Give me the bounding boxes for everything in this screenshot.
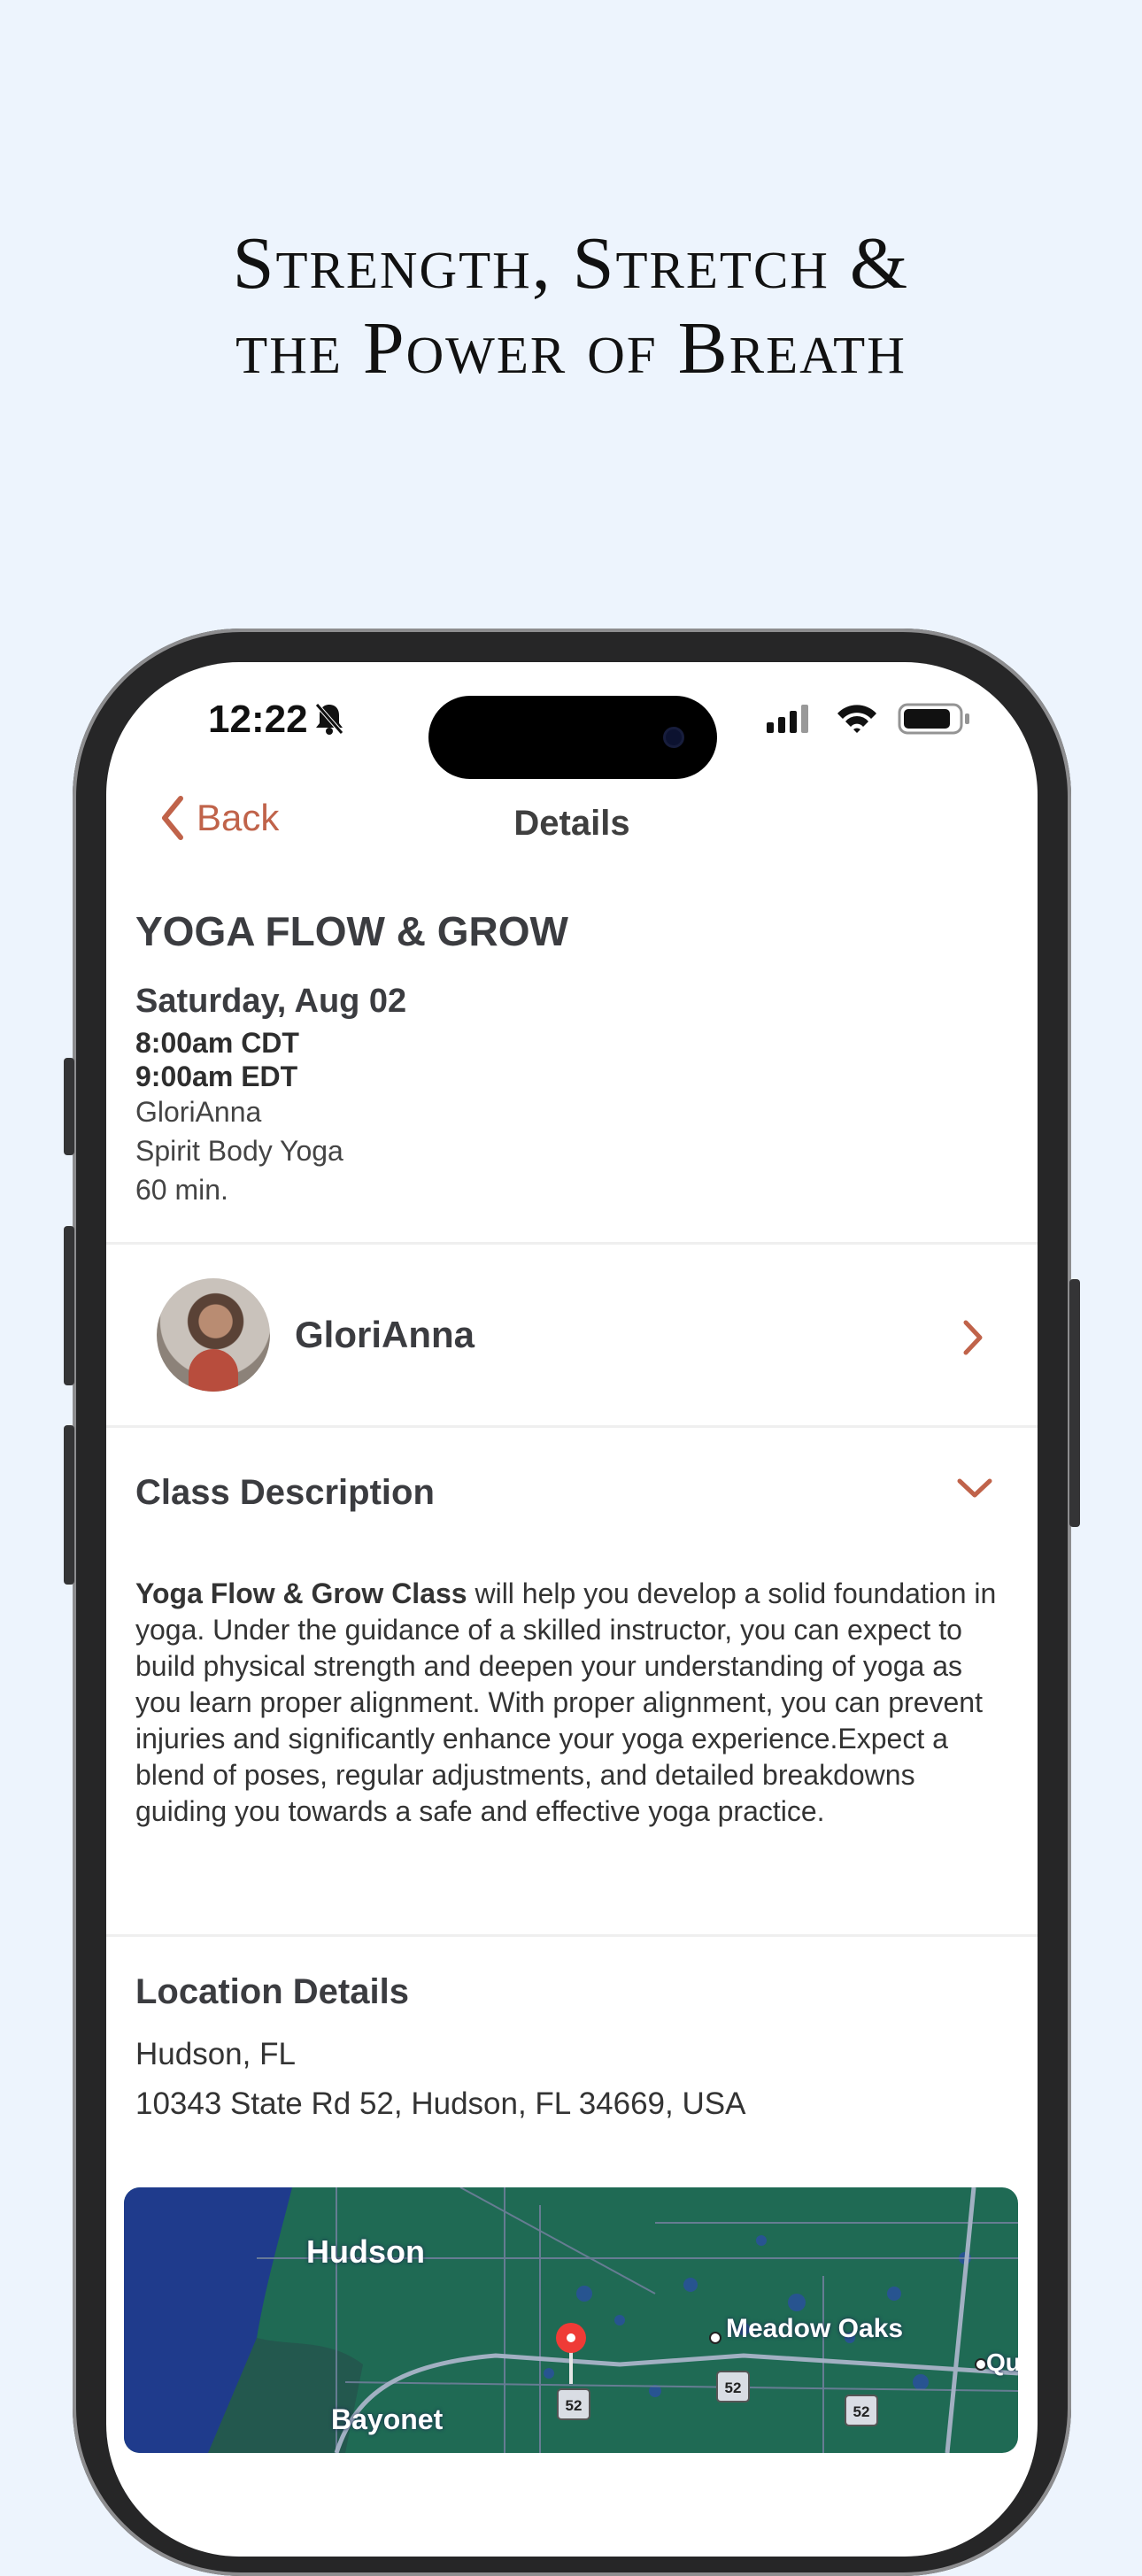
map-label-bayonet: Bayonet xyxy=(331,2403,444,2435)
status-time: 12:22 xyxy=(208,698,308,741)
route-shield-1: 52 xyxy=(566,2397,583,2414)
route-shield-3: 52 xyxy=(853,2403,870,2420)
class-studio: Spirit Body Yoga xyxy=(135,1135,343,1167)
phone-screen: 12:22 Back Details YOGA FLOW & GROW Satu… xyxy=(106,662,1038,2557)
description-body: will help you develop a solid foundation… xyxy=(135,1577,997,1827)
class-title: YOGA FLOW & GROW xyxy=(135,908,568,954)
headline-line-1: Strength, Stretch & xyxy=(232,222,910,305)
location-address: 10343 State Rd 52, Hudson, FL 34669, USA xyxy=(135,2086,746,2121)
dynamic-island xyxy=(428,696,717,779)
location-map[interactable]: 52 52 52 Hudson Meadow Oaks Bayonet Qu xyxy=(124,2187,1018,2453)
divider xyxy=(106,1934,1038,1937)
class-duration: 60 min. xyxy=(135,1174,228,1206)
map-label-hudson: Hudson xyxy=(306,2233,425,2270)
chevron-right-icon[interactable] xyxy=(961,1319,984,1356)
class-instructor: GloriAnna xyxy=(135,1096,262,1128)
cellular-signal-icon xyxy=(767,705,808,733)
chevron-down-icon[interactable] xyxy=(956,1477,993,1500)
volume-up-button xyxy=(64,1226,74,1385)
battery-icon xyxy=(898,703,969,735)
marketing-headline: Strength, Stretch & the Power of Breath xyxy=(0,221,1142,391)
nav-title: Details xyxy=(513,804,630,843)
map-label-meadow-oaks: Meadow Oaks xyxy=(726,2314,904,2343)
description-text: Yoga Flow & Grow Class will help you dev… xyxy=(135,1576,1012,1830)
action-button xyxy=(64,1058,74,1155)
power-button xyxy=(1069,1279,1080,1527)
class-date: Saturday, Aug 02 xyxy=(135,983,407,1020)
wifi-icon xyxy=(837,705,876,733)
bell-slash-icon xyxy=(315,703,343,735)
instructor-name: GloriAnna xyxy=(295,1314,475,1355)
location-city: Hudson, FL xyxy=(135,2037,296,2071)
map-label-qu: Qu xyxy=(986,2348,1018,2376)
description-lead: Yoga Flow & Grow Class xyxy=(135,1577,467,1609)
divider xyxy=(106,1425,1038,1428)
avatar xyxy=(157,1278,270,1392)
divider xyxy=(106,1242,1038,1245)
description-heading: Class Description xyxy=(135,1473,435,1512)
status-icons xyxy=(767,703,969,735)
class-time-edt: 9:00am EDT xyxy=(135,1060,298,1092)
location-heading: Location Details xyxy=(135,1972,409,2011)
class-time-cdt: 8:00am CDT xyxy=(135,1027,299,1059)
headline-line-2: the Power of Breath xyxy=(235,307,907,389)
route-shield-2: 52 xyxy=(725,2379,742,2396)
volume-down-button xyxy=(64,1425,74,1585)
front-camera-icon xyxy=(666,729,682,745)
